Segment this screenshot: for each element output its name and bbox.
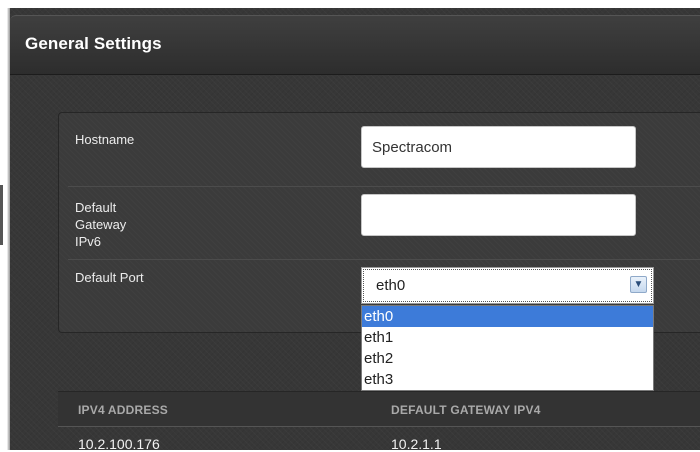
left-side-tab bbox=[0, 185, 3, 245]
default-port-selected-value: eth0 bbox=[376, 277, 406, 294]
row-divider bbox=[68, 259, 700, 260]
default-port-dropdown: eth0 eth1 eth2 eth3 bbox=[361, 305, 654, 391]
dropdown-option-eth0[interactable]: eth0 bbox=[362, 306, 653, 327]
hostname-label: Hostname bbox=[75, 132, 135, 147]
column-header-ipv4-address: IPV4 ADDRESS bbox=[78, 403, 168, 417]
panel-title: General Settings bbox=[25, 34, 162, 53]
default-gateway-ipv6-label-line2: Gateway bbox=[75, 217, 127, 232]
dropdown-option-eth2[interactable]: eth2 bbox=[362, 348, 653, 369]
dropdown-option-eth1[interactable]: eth1 bbox=[362, 327, 653, 348]
row-divider bbox=[68, 186, 700, 187]
dropdown-option-eth3[interactable]: eth3 bbox=[362, 369, 653, 390]
column-header-default-gateway-ipv4: DEFAULT GATEWAY IPV4 bbox=[391, 403, 541, 417]
panel-header: General Settings bbox=[10, 15, 700, 75]
default-gateway-ipv6-input[interactable] bbox=[361, 194, 636, 236]
chevron-down-icon[interactable]: ▼ bbox=[630, 276, 647, 293]
default-port-select[interactable]: eth0 ▼ bbox=[361, 267, 654, 304]
default-gateway-ipv6-label-line3: IPv6 bbox=[75, 234, 102, 249]
hostname-input[interactable] bbox=[361, 126, 636, 168]
default-port-label: Default Port bbox=[75, 270, 144, 285]
default-gateway-ipv6-label-line1: Default bbox=[75, 200, 117, 215]
